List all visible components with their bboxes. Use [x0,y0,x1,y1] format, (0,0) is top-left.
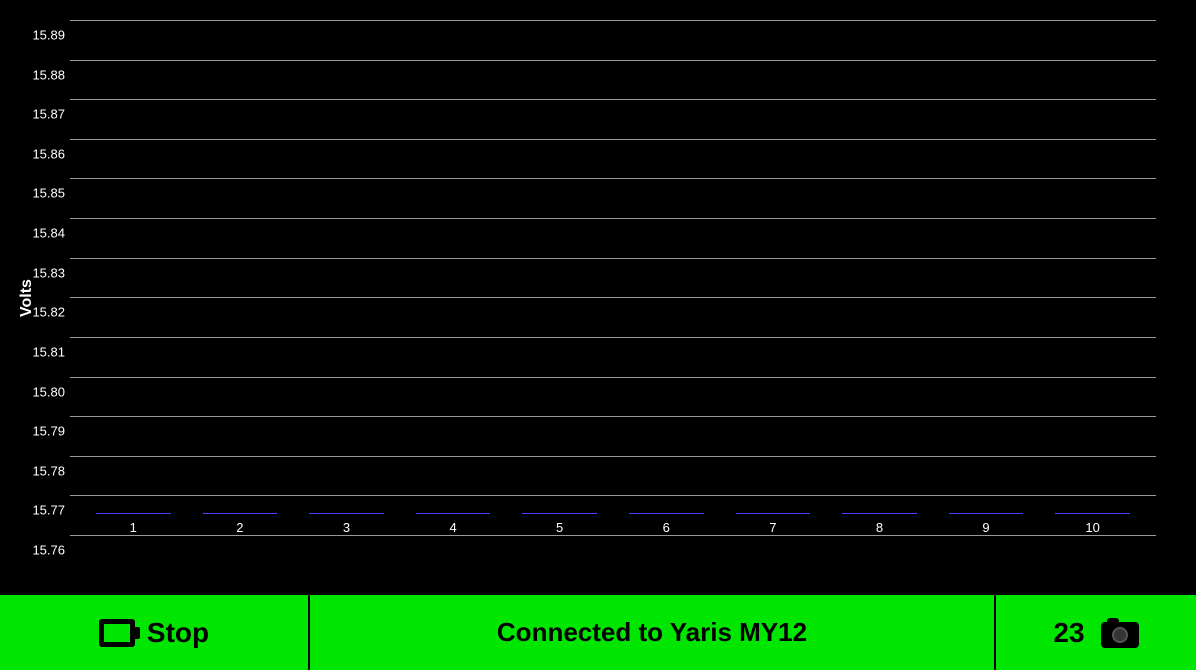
bar [629,513,704,514]
main-container: Volts 15.8915.8815.8715.8615.8515.8415.8… [0,0,1196,670]
stop-button[interactable]: Stop [147,617,209,649]
y-axis-tick-label: 15.76 [32,543,65,558]
chart-inner: 15.8915.8815.8715.8615.8515.8415.8315.82… [70,20,1156,535]
bar [416,513,491,514]
y-axis-tick-label: 15.80 [32,384,65,399]
bar-group: 7 [720,513,827,535]
camera-icon[interactable] [1101,618,1139,648]
x-axis-label: 8 [876,520,883,535]
y-axis-tick-label: 15.82 [32,305,65,320]
x-axis-label: 7 [769,520,776,535]
y-axis-tick-label: 15.88 [32,67,65,82]
x-axis-label: 2 [236,520,243,535]
bar-group: 4 [400,513,507,535]
bottom-center-section: Connected to Yaris MY12 [310,595,996,670]
battery-icon [99,619,135,647]
x-axis-label: 10 [1085,520,1099,535]
bar [736,513,811,514]
bar-group: 3 [293,513,400,535]
y-axis-tick-label: 15.89 [32,28,65,43]
y-axis-tick-label: 15.84 [32,226,65,241]
y-axis-tick-label: 15.77 [32,503,65,518]
bar-group: 5 [506,513,613,535]
y-axis-tick-label: 15.86 [32,146,65,161]
y-axis-tick-label: 15.87 [32,107,65,122]
x-axis-label: 5 [556,520,563,535]
bars-container: 1 2 3 4 5 6 7 8 9 10 [70,20,1156,535]
bar [842,513,917,514]
camera-body [1101,622,1139,648]
grid-line [70,535,1156,536]
bar-group: 9 [933,513,1040,535]
x-axis-label: 6 [663,520,670,535]
count-display: 23 [1053,617,1084,649]
bar-group: 1 [80,513,187,535]
bottom-right-section: 23 [996,595,1196,670]
bar [522,513,597,514]
x-axis-label: 4 [449,520,456,535]
y-axis-tick-label: 15.78 [32,463,65,478]
bottom-bar: Stop Connected to Yaris MY12 23 [0,595,1196,670]
bottom-left-section: Stop [0,595,310,670]
bar [203,513,278,514]
camera-lens [1112,627,1128,643]
y-axis-tick-label: 15.79 [32,424,65,439]
x-axis-label: 9 [982,520,989,535]
x-axis-label: 1 [130,520,137,535]
bar [949,513,1024,514]
connection-status: Connected to Yaris MY12 [497,617,807,648]
bar [96,513,171,514]
y-axis-tick-label: 15.83 [32,265,65,280]
bar-group: 6 [613,513,720,535]
y-axis-tick-label: 15.81 [32,344,65,359]
bar-group: 8 [826,513,933,535]
bar-group: 2 [187,513,294,535]
chart-area: Volts 15.8915.8815.8715.8615.8515.8415.8… [0,0,1196,595]
x-axis-label: 3 [343,520,350,535]
bar [309,513,384,514]
bar [1055,513,1130,514]
y-axis-tick-label: 15.85 [32,186,65,201]
bar-group: 10 [1039,513,1146,535]
